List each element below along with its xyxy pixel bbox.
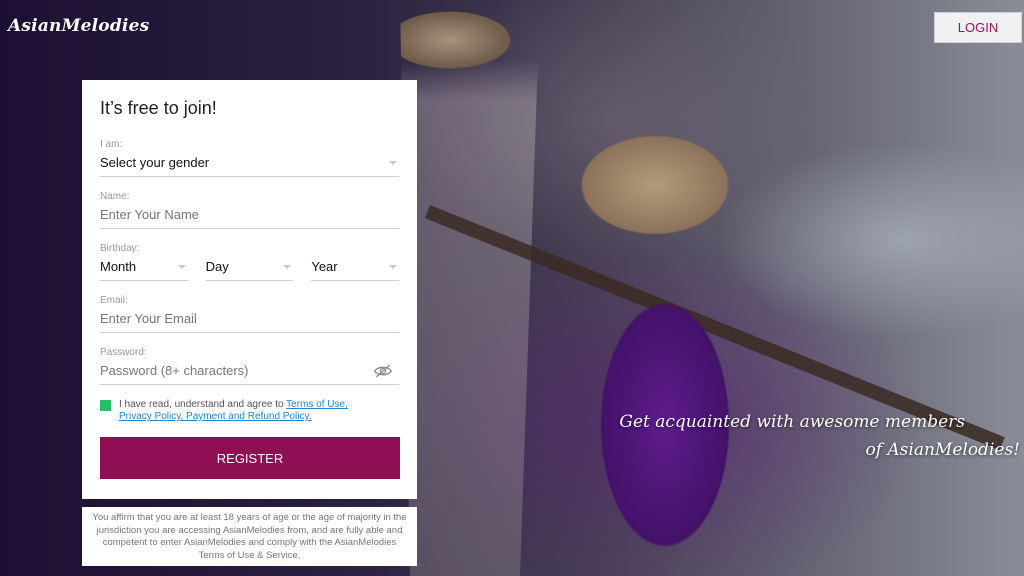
site-logo[interactable]: AsianMelodies	[8, 16, 149, 36]
age-disclaimer: You affirm that you are at least 18 year…	[82, 507, 417, 566]
terms-checkbox[interactable]	[100, 400, 111, 411]
terms-of-use-link[interactable]: Terms of Use,	[286, 399, 348, 410]
terms-text: I have read, understand and agree to Ter…	[119, 399, 348, 423]
birthday-field: Birthday: Month Day Year	[100, 243, 400, 281]
tagline-line-2: of AsianMelodies!	[865, 440, 1020, 460]
password-field: Password: Password (8+ characters)	[100, 347, 399, 385]
name-field: Name: Enter Your Name	[100, 191, 399, 229]
birth-day-select[interactable]: Day	[205, 259, 294, 281]
password-placeholder: Password (8+ characters)	[100, 363, 249, 378]
birthday-label: Birthday:	[100, 243, 140, 254]
hero-tagline: Get acquainted with awesome members of A…	[600, 408, 1020, 464]
chevron-down-icon	[389, 161, 397, 165]
birth-month-value: Month	[100, 259, 137, 274]
password-label: Password:	[100, 347, 147, 358]
email-field: Email: Enter Your Email	[100, 295, 399, 333]
chevron-down-icon	[283, 265, 292, 269]
gender-select[interactable]: Select your gender	[100, 155, 399, 177]
birth-day-value: Day	[205, 259, 229, 274]
tagline-line-1: Get acquainted with awesome members	[619, 412, 965, 432]
birth-month-select[interactable]: Month	[100, 259, 188, 281]
terms-prefix: I have read, understand and agree to	[119, 399, 287, 410]
eye-off-icon[interactable]	[373, 363, 393, 379]
gender-select-value: Select your gender	[100, 155, 210, 170]
name-input[interactable]: Enter Your Name	[100, 207, 399, 229]
signup-form: It’s free to join! I am: Select your gen…	[82, 80, 417, 499]
terms-agreement: I have read, understand and agree to Ter…	[100, 399, 399, 423]
login-button[interactable]: LOGIN	[934, 12, 1022, 43]
name-label: Name:	[100, 191, 130, 202]
register-button[interactable]: REGISTER	[100, 437, 400, 479]
chevron-down-icon	[177, 265, 186, 269]
form-title: It’s free to join!	[100, 98, 217, 118]
email-label: Email:	[100, 295, 128, 306]
birth-year-select[interactable]: Year	[311, 259, 400, 281]
email-input[interactable]: Enter Your Email	[100, 311, 399, 333]
birth-year-value: Year	[311, 259, 338, 274]
chevron-down-icon	[389, 265, 398, 269]
gender-field: I am: Select your gender	[100, 139, 399, 177]
gender-label: I am:	[100, 139, 123, 150]
password-input[interactable]: Password (8+ characters)	[100, 363, 399, 385]
hero-photo-woman	[505, 95, 805, 576]
privacy-policy-link[interactable]: Privacy Policy, Payment and Refund Polic…	[119, 411, 312, 422]
